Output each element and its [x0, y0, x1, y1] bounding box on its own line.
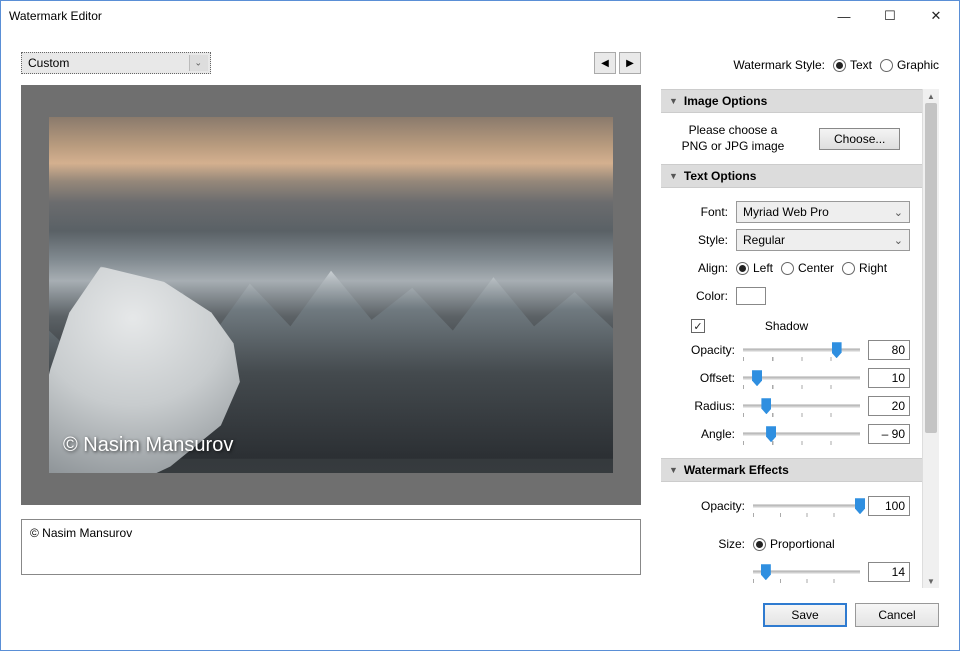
cancel-button[interactable]: Cancel: [855, 603, 939, 627]
radio-icon: [753, 538, 766, 551]
image-choose-message: Please choose a PNG or JPG image: [673, 123, 793, 154]
preset-dropdown[interactable]: Custom ⌄: [21, 52, 211, 74]
image-options-body: Please choose a PNG or JPG image Choose.…: [661, 113, 922, 164]
next-image-button[interactable]: ▶: [619, 52, 641, 74]
shadow-offset-label: Offset:: [673, 371, 735, 385]
watermark-overlay-text: © Nasim Mansurov: [63, 434, 233, 457]
preset-row: Custom ⌄ ◀ ▶: [21, 51, 641, 75]
align-label: Align:: [673, 261, 728, 275]
save-button[interactable]: Save: [763, 603, 847, 627]
maximize-button[interactable]: ☐: [867, 1, 913, 31]
font-dropdown[interactable]: Myriad Web Pro: [736, 201, 910, 223]
watermark-text-input[interactable]: © Nasim Mansurov: [21, 519, 641, 575]
options-panel-body: ▼ Image Options Please choose a PNG or J…: [661, 89, 922, 588]
shadow-radius-label: Radius:: [673, 399, 735, 413]
preview-mat: © Nasim Mansurov: [21, 85, 641, 505]
style-text-radio[interactable]: Text: [833, 58, 872, 72]
watermark-style-row: Watermark Style: Text Graphic: [661, 51, 939, 79]
radio-icon: [781, 262, 794, 275]
caption-text: © Nasim Mansurov: [30, 526, 132, 540]
effect-opacity-slider[interactable]: [753, 496, 860, 516]
window-title: Watermark Editor: [9, 9, 821, 23]
shadow-offset-value[interactable]: 10: [868, 368, 910, 388]
shadow-checkbox[interactable]: ✓: [691, 319, 705, 333]
watermark-effects-header[interactable]: ▼ Watermark Effects: [661, 458, 922, 482]
watermark-editor-window: Watermark Editor — ☐ ✕ Custom ⌄ ◀ ▶: [0, 0, 960, 651]
size-label: Size:: [673, 537, 745, 551]
disclosure-triangle-icon: ▼: [669, 96, 678, 106]
shadow-radius-value[interactable]: 20: [868, 396, 910, 416]
shadow-offset-slider[interactable]: [743, 368, 860, 388]
titlebar: Watermark Editor — ☐ ✕: [1, 1, 959, 31]
options-scrollbar[interactable]: ▲ ▼: [922, 89, 939, 588]
effect-opacity-value[interactable]: 100: [868, 496, 910, 516]
upper-area: Custom ⌄ ◀ ▶ © Nasim Mansurov © Nasim: [21, 51, 939, 588]
choose-image-button[interactable]: Choose...: [819, 128, 900, 150]
color-label: Color:: [673, 289, 728, 303]
align-left-radio[interactable]: Left: [736, 261, 773, 275]
radio-icon: [880, 59, 893, 72]
options-panel: ▼ Image Options Please choose a PNG or J…: [661, 89, 939, 588]
shadow-angle-slider[interactable]: [743, 424, 860, 444]
left-column: Custom ⌄ ◀ ▶ © Nasim Mansurov © Nasim: [21, 51, 641, 588]
effect-opacity-label: Opacity:: [673, 499, 745, 513]
radio-icon: [842, 262, 855, 275]
radio-icon: [736, 262, 749, 275]
style-graphic-radio[interactable]: Graphic: [880, 58, 939, 72]
radio-icon: [833, 59, 846, 72]
minimize-button[interactable]: —: [821, 1, 867, 31]
shadow-angle-value[interactable]: – 90: [868, 424, 910, 444]
shadow-opacity-value[interactable]: 80: [868, 340, 910, 360]
disclosure-triangle-icon: ▼: [669, 465, 678, 475]
style-label: Style:: [673, 233, 728, 247]
content-area: Custom ⌄ ◀ ▶ © Nasim Mansurov © Nasim: [1, 31, 959, 650]
size-slider[interactable]: [753, 562, 860, 582]
shadow-heading: Shadow: [713, 319, 860, 333]
align-right-radio[interactable]: Right: [842, 261, 887, 275]
shadow-opacity-label: Opacity:: [673, 343, 735, 357]
chevron-down-icon: ⌄: [194, 58, 202, 69]
shadow-angle-label: Angle:: [673, 427, 735, 441]
font-label: Font:: [673, 205, 728, 219]
scroll-down-icon: ▼: [923, 574, 939, 588]
text-options-header[interactable]: ▼ Text Options: [661, 164, 922, 188]
watermark-effects-body: Opacity: 100 Size:: [661, 482, 922, 588]
text-options-body: Font: Myriad Web Pro Style: Regular: [661, 188, 922, 458]
size-proportional-radio[interactable]: Proportional: [753, 537, 835, 551]
scrollbar-thumb[interactable]: [925, 103, 937, 433]
footer: Save Cancel: [21, 588, 939, 630]
font-style-dropdown[interactable]: Regular: [736, 229, 910, 251]
shadow-opacity-slider[interactable]: [743, 340, 860, 360]
scroll-up-icon: ▲: [923, 89, 939, 103]
right-column: Watermark Style: Text Graphic ▼ Im: [661, 51, 939, 588]
image-options-header[interactable]: ▼ Image Options: [661, 89, 922, 113]
preset-dropdown-label: Custom: [28, 56, 69, 70]
close-button[interactable]: ✕: [913, 1, 959, 31]
disclosure-triangle-icon: ▼: [669, 171, 678, 181]
size-value[interactable]: 14: [868, 562, 910, 582]
color-swatch[interactable]: [736, 287, 766, 305]
shadow-radius-slider[interactable]: [743, 396, 860, 416]
align-center-radio[interactable]: Center: [781, 261, 834, 275]
prev-image-button[interactable]: ◀: [594, 52, 616, 74]
watermark-style-label: Watermark Style:: [733, 58, 825, 72]
preview-image: © Nasim Mansurov: [49, 117, 613, 473]
